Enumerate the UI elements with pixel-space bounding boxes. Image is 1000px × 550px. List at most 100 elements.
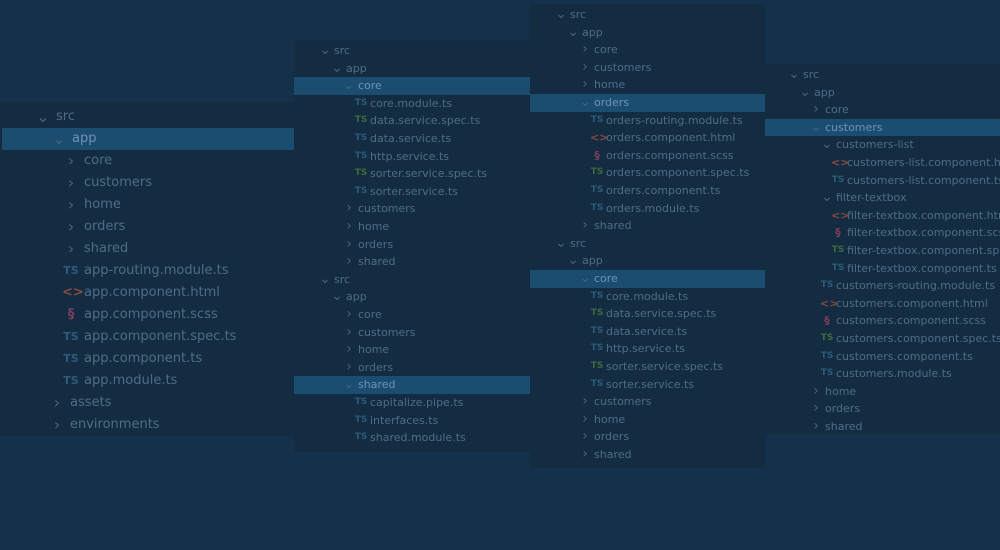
tree-row[interactable]: TS interfaces.ts — [294, 412, 530, 430]
tree-row[interactable]: ⌄ app — [294, 60, 530, 78]
chevron-right-icon[interactable]: › — [578, 217, 592, 235]
tree-row[interactable]: TS orders.module.ts — [530, 200, 765, 218]
tree-row[interactable]: TS orders.component.ts — [530, 182, 765, 200]
chevron-right-icon[interactable]: › — [578, 428, 592, 446]
tree-row[interactable]: › home — [294, 218, 530, 236]
tree-row[interactable]: TS app.component.spec.ts — [0, 326, 294, 348]
tree-row[interactable]: TS capitalize.pipe.ts — [294, 394, 530, 412]
chevron-down-icon[interactable]: ⌄ — [787, 66, 801, 84]
chevron-down-icon[interactable]: ⌄ — [342, 77, 356, 95]
tree-row[interactable]: ⌄ src — [530, 6, 765, 24]
chevron-down-icon[interactable]: ⌄ — [578, 94, 592, 112]
chevron-down-icon[interactable]: ⌄ — [578, 270, 592, 288]
chevron-down-icon[interactable]: ⌄ — [798, 84, 812, 102]
chevron-down-icon[interactable]: ⌄ — [809, 119, 823, 137]
tree-row[interactable]: TS sorter.service.ts — [294, 183, 530, 201]
tree-row[interactable]: TS sorter.service.spec.ts — [294, 165, 530, 183]
tree-row[interactable]: TS core.module.ts — [530, 288, 765, 306]
tree-row[interactable]: <> app.component.html — [0, 282, 294, 304]
tree-row[interactable]: › home — [530, 76, 765, 94]
tree-row[interactable]: TS sorter.service.spec.ts — [530, 358, 765, 376]
tree-row[interactable]: TS data.service.ts — [530, 323, 765, 341]
tree-row[interactable]: § app.component.scss — [0, 304, 294, 326]
tree-row[interactable]: TS customers.module.ts — [765, 365, 1000, 383]
tree-row[interactable]: TS app.component.ts — [0, 348, 294, 370]
tree-row[interactable]: TS data.service.spec.ts — [294, 112, 530, 130]
chevron-right-icon[interactable]: › — [809, 418, 823, 434]
chevron-down-icon[interactable]: ⌄ — [566, 24, 580, 42]
tree-row[interactable]: TS app-routing.module.ts — [0, 260, 294, 282]
chevron-down-icon[interactable]: ⌄ — [566, 252, 580, 270]
tree-row[interactable]: › orders — [765, 400, 1000, 418]
tree-row[interactable]: › shared — [294, 253, 530, 271]
chevron-down-icon[interactable]: ⌄ — [50, 128, 68, 150]
tree-row[interactable]: TS sorter.service.ts — [530, 376, 765, 394]
tree-row[interactable]: ⌄ filter-textbox — [765, 189, 1000, 207]
chevron-right-icon[interactable]: › — [578, 41, 592, 59]
chevron-right-icon[interactable]: › — [578, 446, 592, 464]
tree-row[interactable]: ⌄ customers — [765, 118, 1000, 137]
tree-row[interactable]: › home — [294, 341, 530, 359]
tree-row[interactable]: › customers — [530, 393, 765, 411]
tree-row[interactable]: › customers — [0, 172, 294, 194]
tree-row[interactable]: ⌄ src — [530, 235, 765, 253]
chevron-right-icon[interactable]: › — [342, 359, 356, 377]
tree-row[interactable]: ⌄ app — [530, 24, 765, 42]
chevron-right-icon[interactable]: › — [578, 411, 592, 429]
tree-row[interactable]: › core — [0, 150, 294, 172]
tree-row[interactable]: › orders — [530, 428, 765, 446]
tree-row[interactable]: ⌄ src — [294, 271, 530, 289]
tree-row[interactable]: TS data.service.ts — [294, 130, 530, 148]
tree-row[interactable]: ⌄ core — [530, 270, 765, 288]
tree-row[interactable]: › home — [765, 383, 1000, 401]
tree-row[interactable]: › shared — [530, 217, 765, 235]
tree-row[interactable]: › orders — [294, 236, 530, 254]
tree-row[interactable]: ⌄ shared — [294, 376, 530, 394]
chevron-right-icon[interactable]: › — [342, 218, 356, 236]
chevron-right-icon[interactable]: › — [342, 236, 356, 254]
tree-row[interactable]: ⌄ app — [294, 288, 530, 306]
chevron-right-icon[interactable]: › — [342, 200, 356, 218]
tree-row[interactable]: ⌄ app — [530, 252, 765, 270]
tree-row[interactable]: › shared — [530, 446, 765, 464]
tree-row[interactable]: TS orders.component.spec.ts — [530, 164, 765, 182]
chevron-right-icon[interactable]: › — [62, 150, 80, 172]
tree-row[interactable]: TSfilter-textbox.component.spec.ts — [765, 242, 1000, 260]
tree-row[interactable]: <> filter-textbox.component.html — [765, 207, 1000, 225]
tree-row[interactable]: › core — [765, 101, 1000, 119]
tree-row[interactable]: TS orders-routing.module.ts — [530, 112, 765, 130]
chevron-right-icon[interactable]: › — [342, 324, 356, 342]
chevron-down-icon[interactable]: ⌄ — [342, 376, 356, 394]
tree-row[interactable]: › shared — [765, 418, 1000, 434]
tree-row[interactable]: ⌄ src — [294, 42, 530, 60]
chevron-right-icon[interactable]: › — [62, 172, 80, 194]
chevron-right-icon[interactable]: › — [342, 341, 356, 359]
tree-row[interactable]: ⌄ orders — [530, 94, 765, 112]
chevron-right-icon[interactable]: › — [578, 393, 592, 411]
chevron-right-icon[interactable]: › — [809, 383, 823, 401]
tree-row[interactable]: › shared — [0, 238, 294, 260]
tree-row[interactable]: ⌄ src — [765, 66, 1000, 84]
chevron-right-icon[interactable]: › — [342, 306, 356, 324]
chevron-right-icon[interactable]: › — [578, 59, 592, 77]
tree-row[interactable]: TS http.service.ts — [294, 148, 530, 166]
chevron-right-icon[interactable]: › — [62, 216, 80, 238]
chevron-down-icon[interactable]: ⌄ — [330, 288, 344, 306]
chevron-right-icon[interactable]: › — [62, 238, 80, 260]
chevron-down-icon[interactable]: ⌄ — [34, 106, 52, 128]
tree-row[interactable]: TS filter-textbox.component.ts — [765, 260, 1000, 278]
tree-row[interactable]: ⌄ app — [765, 84, 1000, 102]
chevron-right-icon[interactable]: › — [809, 101, 823, 119]
tree-row[interactable]: › orders — [0, 216, 294, 238]
tree-row[interactable]: ⌄ core — [294, 77, 530, 95]
chevron-down-icon[interactable]: ⌄ — [554, 6, 568, 24]
tree-row[interactable]: › core — [530, 41, 765, 59]
chevron-right-icon[interactable]: › — [48, 414, 66, 436]
tree-row[interactable]: › environments — [0, 414, 294, 436]
tree-row[interactable]: TS http.service.ts — [530, 340, 765, 358]
tree-row[interactable]: TS core.module.ts — [294, 95, 530, 113]
tree-row[interactable]: › orders — [294, 359, 530, 377]
tree-row[interactable]: TS app.module.ts — [0, 370, 294, 392]
tree-row[interactable]: TS customers.component.spec.ts — [765, 330, 1000, 348]
tree-row[interactable]: ⌄ app — [2, 128, 294, 150]
